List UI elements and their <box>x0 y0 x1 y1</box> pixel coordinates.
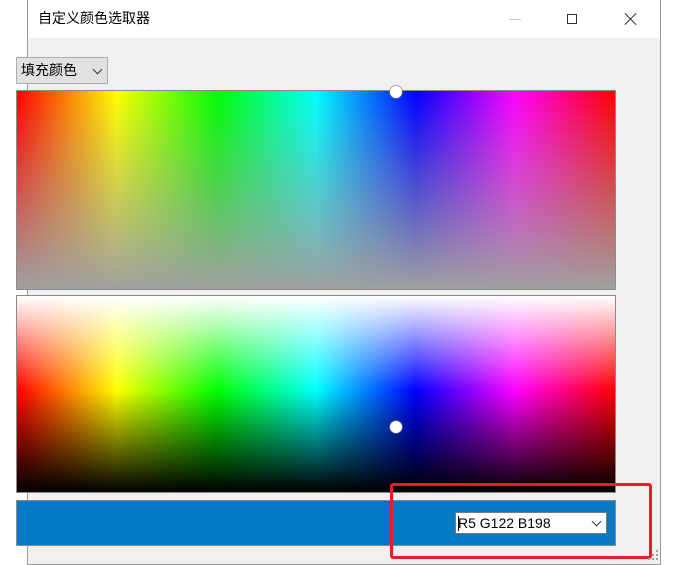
hue-saturation-spectrum[interactable] <box>16 90 616 290</box>
color-mode-selected: 填充颜色 <box>21 62 77 79</box>
text-cursor <box>458 516 459 531</box>
title-bar[interactable]: 自定义颜色选取器 <box>28 0 660 38</box>
color-mode-dropdown[interactable]: 填充颜色 <box>16 57 108 84</box>
close-button[interactable] <box>608 0 654 38</box>
color-value-dropdown[interactable]: R5 G122 B198 <box>455 512 607 534</box>
hue-brightness-marker[interactable] <box>390 421 402 433</box>
maximize-button[interactable] <box>549 0 595 38</box>
maximize-icon <box>567 14 577 24</box>
minimize-icon <box>509 18 521 20</box>
resize-grip[interactable] <box>648 548 660 562</box>
color-value-text: R5 G122 B198 <box>458 515 551 531</box>
hue-brightness-spectrum[interactable] <box>16 295 616 493</box>
chevron-down-icon <box>92 64 103 75</box>
minimize-button[interactable] <box>492 0 538 38</box>
chevron-down-icon <box>591 516 602 527</box>
window-title: 自定义颜色选取器 <box>38 11 150 27</box>
close-icon <box>624 12 638 26</box>
hue-saturation-marker[interactable] <box>390 86 402 98</box>
